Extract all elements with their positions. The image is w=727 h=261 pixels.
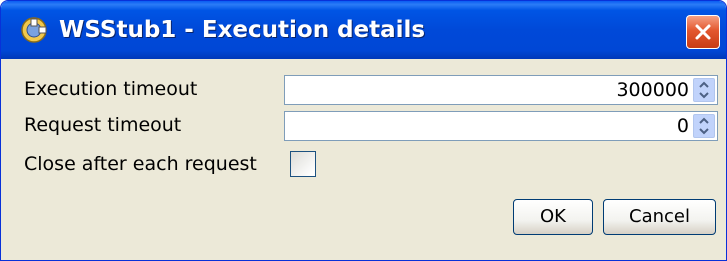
execution-timeout-decrement-button[interactable] <box>694 90 714 101</box>
request-timeout-increment-button[interactable] <box>694 115 714 126</box>
cancel-button[interactable]: Cancel <box>603 199 716 235</box>
execution-timeout-spinner[interactable]: 300000 <box>284 75 718 105</box>
request-timeout-label: Request timeout <box>24 114 182 136</box>
close-after-each-request-label: Close after each request <box>24 153 257 175</box>
chevron-up-icon <box>699 117 709 124</box>
window-title: WSStub1 - Execution details <box>59 17 426 43</box>
request-timeout-spin-buttons <box>693 114 715 138</box>
close-icon <box>695 24 711 40</box>
request-timeout-value[interactable]: 0 <box>677 114 689 138</box>
app-icon <box>19 15 49 45</box>
chevron-down-icon <box>699 92 709 99</box>
execution-timeout-label: Execution timeout <box>24 78 198 100</box>
chevron-down-icon <box>699 128 709 135</box>
request-timeout-spinner[interactable]: 0 <box>284 111 718 141</box>
close-after-each-request-checkbox[interactable] <box>290 151 316 177</box>
execution-timeout-spin-buttons <box>693 78 715 102</box>
execution-timeout-value[interactable]: 300000 <box>616 78 689 102</box>
execution-details-dialog: WSStub1 - Execution details Execution ti… <box>0 0 727 261</box>
chevron-up-icon <box>699 81 709 88</box>
dialog-content: Execution timeout 300000 Request timeout… <box>4 59 723 259</box>
ok-button[interactable]: OK <box>513 199 593 235</box>
close-button[interactable] <box>686 15 720 49</box>
request-timeout-decrement-button[interactable] <box>694 126 714 137</box>
title-bar[interactable]: WSStub1 - Execution details <box>1 1 726 59</box>
execution-timeout-increment-button[interactable] <box>694 79 714 90</box>
